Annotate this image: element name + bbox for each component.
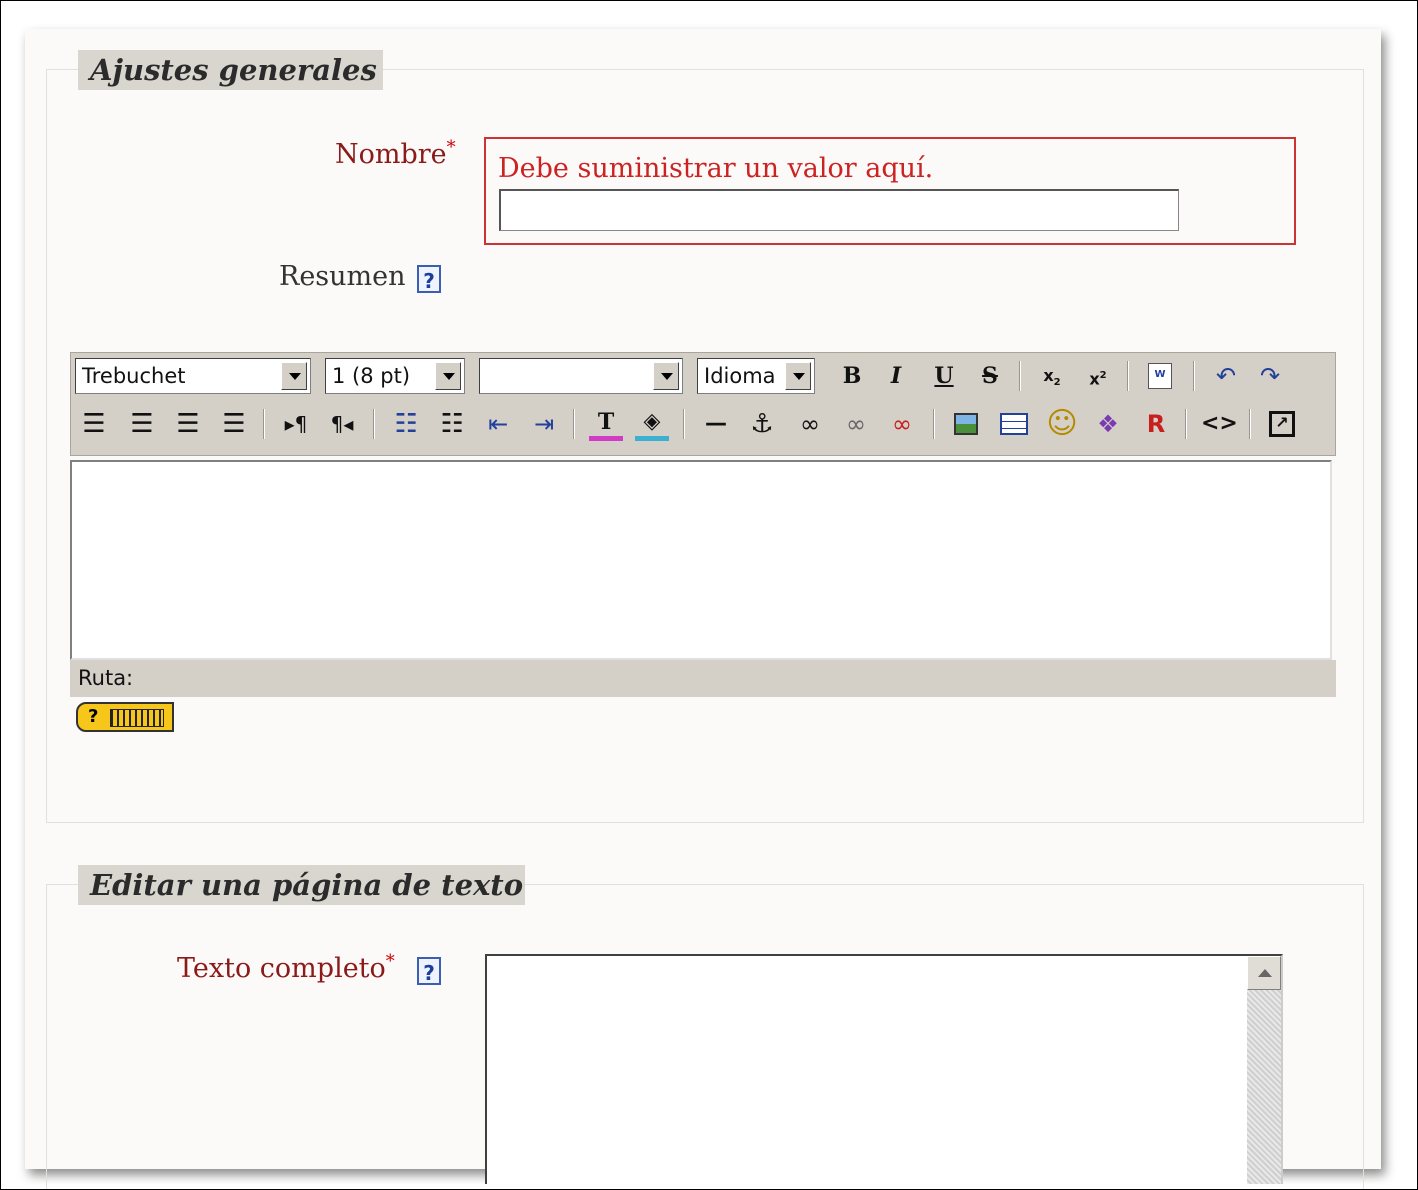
nolink-icon[interactable]: ∞ xyxy=(885,407,919,441)
bold-icon[interactable]: B xyxy=(835,359,869,393)
language-value: Idioma xyxy=(704,364,776,388)
editor-toolbar: Trebuchet 1 (8 pt) Idioma B I U S x2 x2 … xyxy=(70,352,1336,456)
name-label: Nombre* xyxy=(335,137,456,170)
superscript-icon[interactable]: x2 xyxy=(1081,359,1115,393)
text-color-icon[interactable]: T xyxy=(589,407,623,441)
font-size-select[interactable]: 1 (8 pt) xyxy=(325,358,465,394)
toolbar-separator xyxy=(1185,409,1187,439)
name-input[interactable] xyxy=(499,189,1179,231)
summary-help-icon[interactable]: ? xyxy=(417,265,441,293)
subscript-icon[interactable]: x2 xyxy=(1035,359,1069,393)
search-replace-icon[interactable]: R xyxy=(1139,407,1173,441)
table-icon[interactable] xyxy=(997,407,1031,441)
underline-icon[interactable]: U xyxy=(927,359,961,393)
toolbar-separator xyxy=(933,409,935,439)
rtl-icon[interactable]: ¶◂ xyxy=(325,407,359,441)
special-char-icon[interactable]: ❖ xyxy=(1091,407,1125,441)
name-error-box: Debe suministrar un valor aquí. xyxy=(484,137,1296,245)
window-frame: Ajustes generales Nombre* Debe suministr… xyxy=(0,0,1418,1190)
toolbar-separator xyxy=(373,409,375,439)
font-size-value: 1 (8 pt) xyxy=(332,364,411,388)
keyboard-help-button[interactable]: ? xyxy=(76,702,174,732)
link-icon[interactable]: ∞ xyxy=(793,407,827,441)
font-family-select[interactable]: Trebuchet xyxy=(75,358,311,394)
chevron-down-icon xyxy=(653,362,679,390)
toolbar-separator xyxy=(263,409,265,439)
image-icon[interactable] xyxy=(949,407,983,441)
strikethrough-icon[interactable]: S xyxy=(973,359,1007,393)
chevron-down-icon xyxy=(281,362,307,390)
redo-icon[interactable]: ↷ xyxy=(1253,359,1287,393)
ordered-list-icon[interactable]: ☷ xyxy=(389,407,423,441)
align-left-icon[interactable]: ☰ xyxy=(77,407,111,441)
form-page: Ajustes generales Nombre* Debe suministr… xyxy=(25,29,1381,1189)
fulltext-scrollbar[interactable] xyxy=(1247,956,1281,1184)
align-center-icon[interactable]: ☰ xyxy=(125,407,159,441)
chevron-down-icon xyxy=(785,362,811,390)
editor-path-bar: Ruta: xyxy=(70,660,1336,697)
fulltext-textarea[interactable] xyxy=(485,954,1283,1184)
toolbar-separator xyxy=(1127,361,1129,391)
outdent-icon[interactable]: ⇤ xyxy=(481,407,515,441)
toolbar-separator xyxy=(1249,409,1251,439)
paste-word-icon[interactable]: W xyxy=(1143,359,1177,393)
fullscreen-icon[interactable]: ↗ xyxy=(1265,407,1299,441)
unordered-list-icon[interactable]: ☷ xyxy=(435,407,469,441)
italic-icon[interactable]: I xyxy=(879,359,913,393)
heading-select[interactable] xyxy=(479,358,683,394)
keyboard-help-glyph: ? xyxy=(88,706,99,727)
scroll-up-arrow-icon[interactable] xyxy=(1247,956,1281,990)
editor-content-area[interactable] xyxy=(70,460,1332,660)
general-settings-legend: Ajustes generales xyxy=(78,50,383,90)
bg-color-icon[interactable]: ◈ xyxy=(635,407,669,441)
align-right-icon[interactable]: ☰ xyxy=(171,407,205,441)
required-star: * xyxy=(446,137,456,158)
name-label-text: Nombre xyxy=(335,139,447,170)
name-error-message: Debe suministrar un valor aquí. xyxy=(498,153,934,184)
toolbar-separator xyxy=(1193,361,1195,391)
toolbar-separator xyxy=(573,409,575,439)
keyboard-icon xyxy=(110,709,164,727)
ltr-icon[interactable]: ▸¶ xyxy=(279,407,313,441)
html-source-icon[interactable]: <> xyxy=(1201,407,1238,441)
required-star: * xyxy=(385,951,395,972)
indent-icon[interactable]: ⇥ xyxy=(527,407,561,441)
fulltext-label: Texto completo* xyxy=(177,951,395,984)
font-family-value: Trebuchet xyxy=(82,364,186,388)
fulltext-help-icon[interactable]: ? xyxy=(417,957,441,985)
html-editor: Trebuchet 1 (8 pt) Idioma B I U S x2 x2 … xyxy=(70,352,1336,697)
undo-icon[interactable]: ↶ xyxy=(1209,359,1243,393)
toolbar-separator xyxy=(1019,361,1021,391)
smiley-icon[interactable]: ☺ xyxy=(1045,407,1079,441)
unlink-icon[interactable]: ∞ xyxy=(839,407,873,441)
text-page-legend: Editar una página de texto xyxy=(78,865,525,905)
summary-label: Resumen xyxy=(279,261,406,292)
anchor-icon[interactable]: ⚓ xyxy=(745,407,779,441)
fulltext-label-text: Texto completo xyxy=(177,953,386,984)
horizontal-rule-icon[interactable]: — xyxy=(699,407,733,441)
justify-icon[interactable]: ☰ xyxy=(217,407,251,441)
toolbar-separator xyxy=(683,409,685,439)
language-select[interactable]: Idioma xyxy=(697,358,815,394)
chevron-down-icon xyxy=(435,362,461,390)
